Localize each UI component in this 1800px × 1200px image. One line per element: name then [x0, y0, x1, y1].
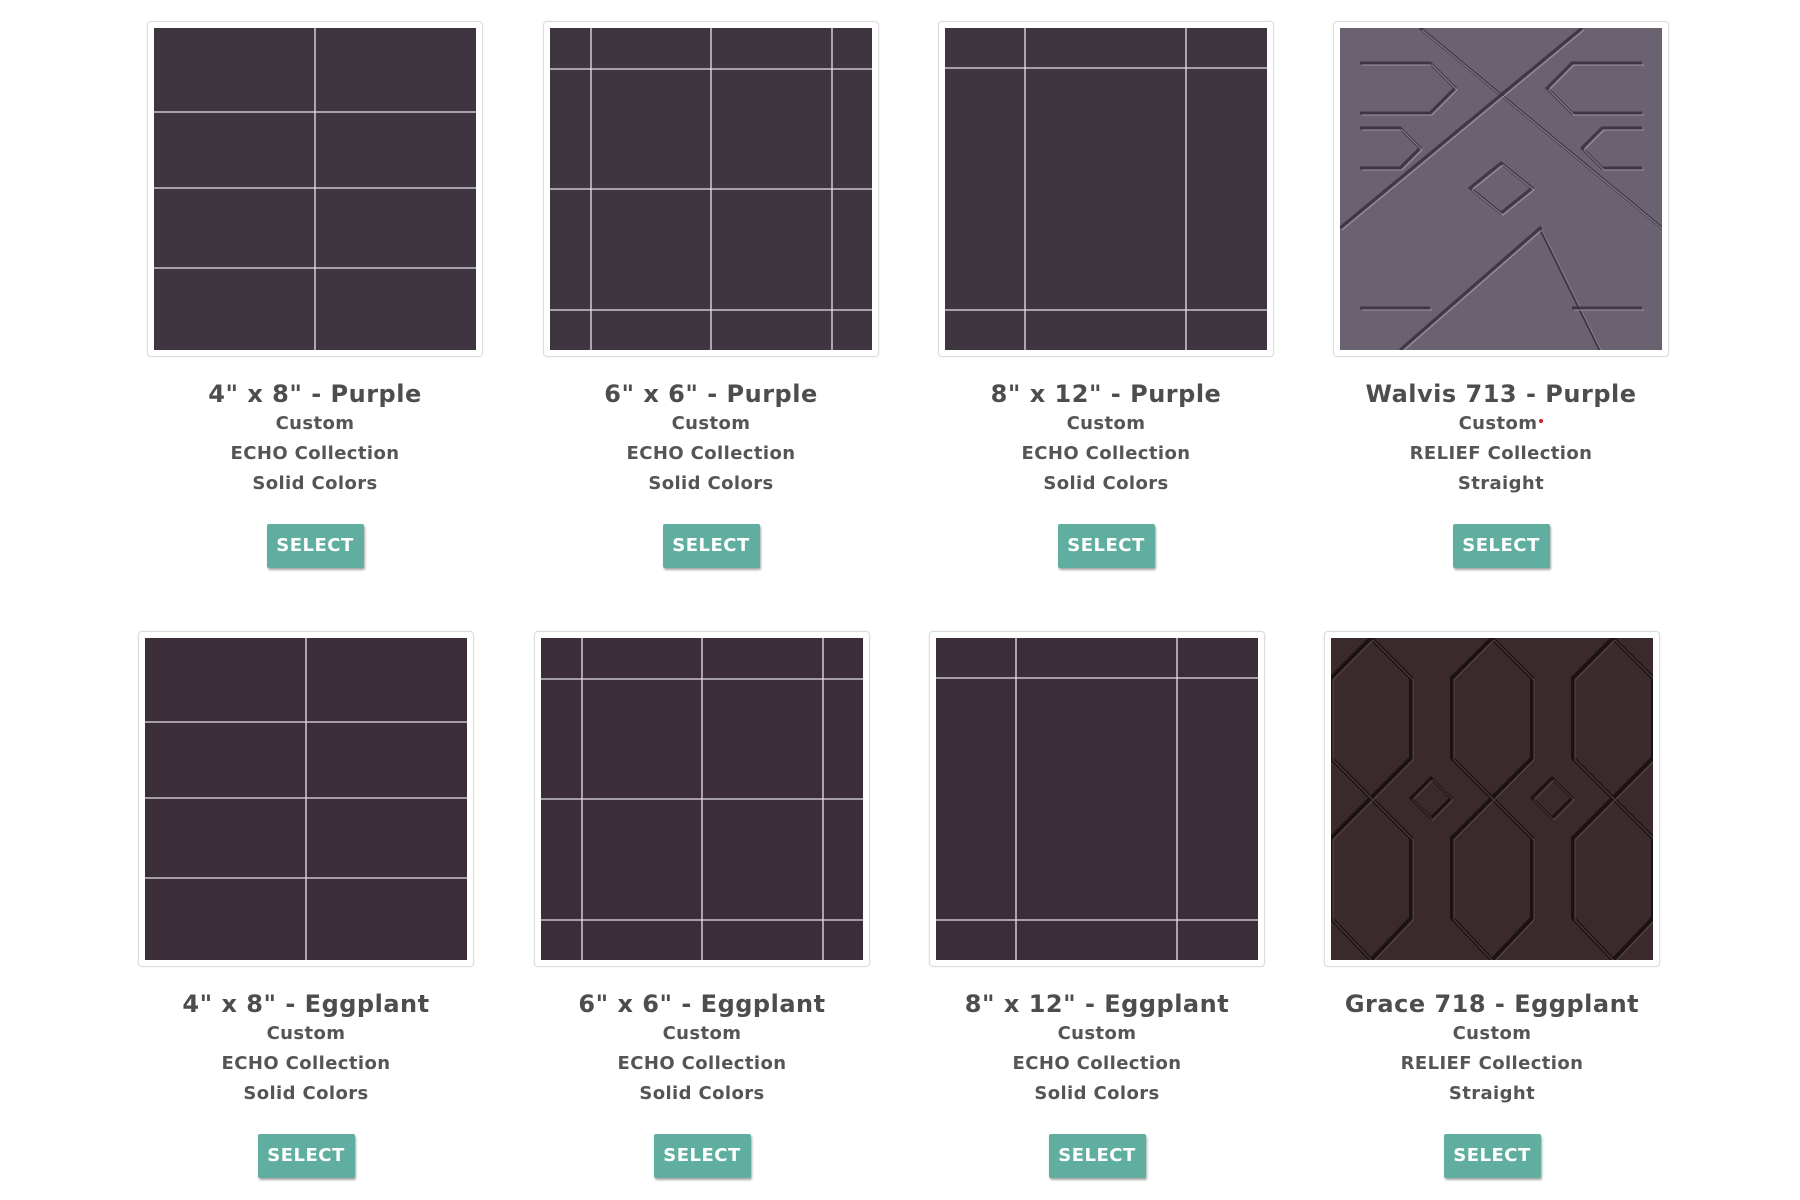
product-card: 8" x 12" - Eggplant Custom ECHO Collecti…: [927, 631, 1267, 1178]
product-style: Solid Colors: [1034, 1083, 1160, 1104]
product-card: Walvis 713 - Purple Custom RELIEF Collec…: [1331, 21, 1671, 568]
required-marker-icon: [1539, 419, 1544, 423]
product-card: 8" x 12" - Purple Custom ECHO Collection…: [936, 21, 1276, 568]
product-title[interactable]: Grace 718 - Eggplant: [1322, 989, 1662, 1019]
tile-swatch-image: [145, 638, 467, 960]
tile-swatch-image: [550, 28, 872, 350]
product-collection: RELIEF Collection: [1400, 1053, 1584, 1074]
product-style: Solid Colors: [243, 1083, 369, 1104]
product-type: Custom: [275, 413, 355, 434]
product-style: Straight: [1457, 473, 1545, 494]
product-collection: ECHO Collection: [1012, 1053, 1182, 1074]
product-card: Grace 718 - Eggplant Custom RELIEF Colle…: [1322, 631, 1662, 1178]
product-card: 6" x 6" - Purple Custom ECHO Collection …: [541, 21, 881, 568]
product-thumbnail-frame[interactable]: [147, 21, 483, 357]
select-button[interactable]: SELECT: [266, 524, 364, 568]
product-thumbnail-frame[interactable]: [534, 631, 870, 967]
product-style: Straight: [1448, 1083, 1536, 1104]
product-collection: ECHO Collection: [1021, 443, 1191, 464]
product-title[interactable]: 4" x 8" - Purple: [145, 379, 485, 409]
select-button[interactable]: SELECT: [1452, 524, 1550, 568]
product-type: Custom: [1452, 1023, 1532, 1044]
tile-swatch-image: [541, 638, 863, 960]
product-type: Custom: [1057, 1023, 1137, 1044]
select-button[interactable]: SELECT: [653, 1134, 751, 1178]
product-thumbnail-frame[interactable]: [1333, 21, 1669, 357]
tile-swatch-image: [945, 28, 1267, 350]
tile-swatch-image: [1331, 638, 1653, 960]
product-title[interactable]: Walvis 713 - Purple: [1331, 379, 1671, 409]
product-style: Solid Colors: [639, 1083, 765, 1104]
product-card: 4" x 8" - Purple Custom ECHO Collection …: [145, 21, 485, 568]
product-thumbnail-frame[interactable]: [1324, 631, 1660, 967]
tile-swatch-image: [936, 638, 1258, 960]
product-collection: ECHO Collection: [626, 443, 796, 464]
select-button[interactable]: SELECT: [1048, 1134, 1146, 1178]
product-title[interactable]: 8" x 12" - Eggplant: [927, 989, 1267, 1019]
select-button[interactable]: SELECT: [1443, 1134, 1541, 1178]
product-style: Solid Colors: [252, 473, 378, 494]
product-thumbnail-frame[interactable]: [138, 631, 474, 967]
tile-swatch-image: [154, 28, 476, 350]
product-thumbnail-frame[interactable]: [929, 631, 1265, 967]
product-type: Custom: [671, 413, 751, 434]
select-button[interactable]: SELECT: [1057, 524, 1155, 568]
product-thumbnail-frame[interactable]: [543, 21, 879, 357]
product-thumbnail-frame[interactable]: [938, 21, 1274, 357]
product-title[interactable]: 4" x 8" - Eggplant: [136, 989, 476, 1019]
product-type: Custom: [1331, 409, 1671, 439]
product-collection: RELIEF Collection: [1409, 443, 1593, 464]
product-title[interactable]: 8" x 12" - Purple: [936, 379, 1276, 409]
product-collection: ECHO Collection: [617, 1053, 787, 1074]
product-title[interactable]: 6" x 6" - Eggplant: [532, 989, 872, 1019]
product-collection: ECHO Collection: [221, 1053, 391, 1074]
product-title[interactable]: 6" x 6" - Purple: [541, 379, 881, 409]
product-style: Solid Colors: [648, 473, 774, 494]
product-card: 4" x 8" - Eggplant Custom ECHO Collectio…: [136, 631, 476, 1178]
select-button[interactable]: SELECT: [257, 1134, 355, 1178]
product-card: 6" x 6" - Eggplant Custom ECHO Collectio…: [532, 631, 872, 1178]
tile-swatch-image: [1340, 28, 1662, 350]
product-type: Custom: [1066, 413, 1146, 434]
product-type: Custom: [662, 1023, 742, 1044]
product-type: Custom: [266, 1023, 346, 1044]
product-style: Solid Colors: [1043, 473, 1169, 494]
product-collection: ECHO Collection: [230, 443, 400, 464]
select-button[interactable]: SELECT: [662, 524, 760, 568]
